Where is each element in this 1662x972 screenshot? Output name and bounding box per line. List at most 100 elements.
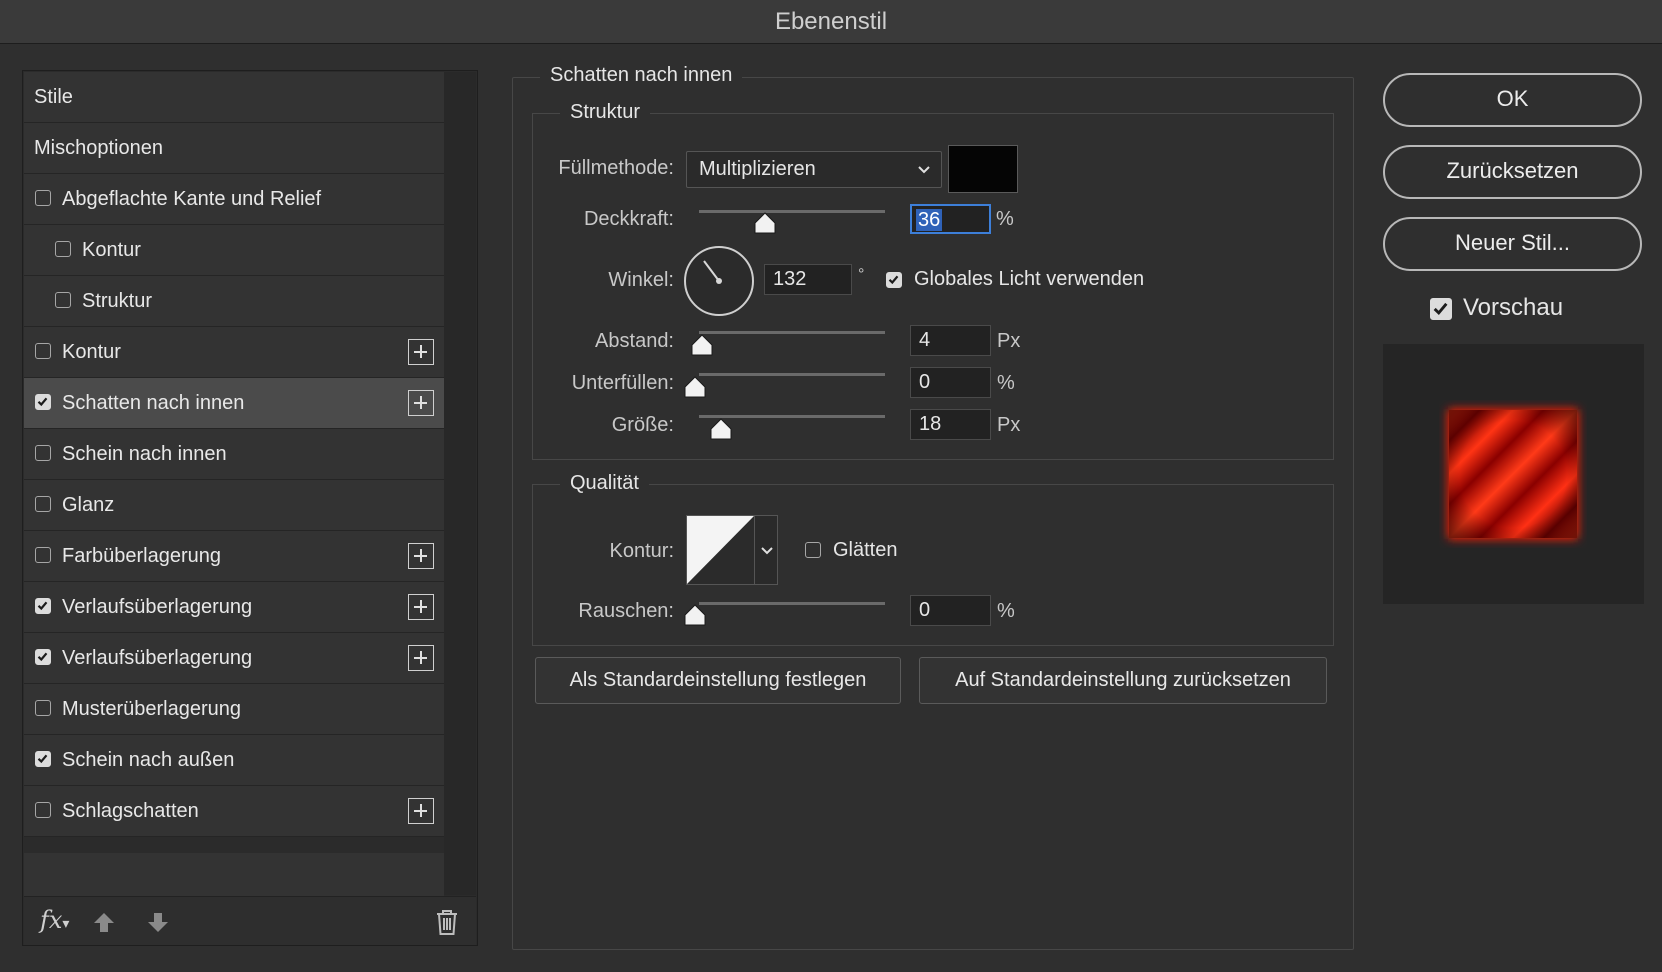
style-item-schein-nach-innen[interactable]: Schein nach innen xyxy=(24,429,444,480)
distance-label: Abstand: xyxy=(595,330,674,352)
opacity-label: Deckkraft: xyxy=(583,208,674,230)
opacity-slider-thumb[interactable] xyxy=(753,212,777,239)
noise-unit: % xyxy=(997,600,1015,622)
style-item-verlaufsueberlagerung[interactable]: Verlaufsüberlagerung xyxy=(24,582,444,633)
style-item-checkbox[interactable] xyxy=(35,802,51,818)
style-item-schatten-nach-innen[interactable]: Schatten nach innen xyxy=(24,378,444,429)
style-item-struktur[interactable]: Struktur xyxy=(24,276,444,327)
noise-input[interactable]: 0 xyxy=(910,595,991,626)
style-item-schein-nach-aussen[interactable]: Schein nach außen xyxy=(24,735,444,786)
style-item-farbueberlagerung[interactable]: Farbüberlagerung xyxy=(24,531,444,582)
style-item-checkbox[interactable] xyxy=(55,241,71,257)
noise-label: Rauschen: xyxy=(578,600,674,622)
styles-scrollbar[interactable] xyxy=(444,72,476,895)
size-label: Größe: xyxy=(611,414,674,436)
add-style-plus-icon[interactable] xyxy=(408,645,434,671)
style-item-label: Abgeflachte Kante und Relief xyxy=(62,188,322,210)
style-item-glanz[interactable]: Glanz xyxy=(24,480,444,531)
style-item-kontur[interactable]: Kontur xyxy=(24,225,444,276)
angle-input[interactable]: 132 xyxy=(764,264,852,295)
arrow-up-icon[interactable] xyxy=(92,910,116,939)
quality-group-title: Qualität xyxy=(560,472,649,495)
new-style-button[interactable]: Neuer Stil... xyxy=(1383,217,1642,271)
choke-input[interactable]: 0 xyxy=(910,367,991,398)
style-item-mischoptionen[interactable]: Mischoptionen xyxy=(24,123,444,174)
size-slider-thumb[interactable] xyxy=(709,418,733,445)
structure-group-title: Struktur xyxy=(560,101,651,124)
style-item-label: Schein nach innen xyxy=(62,443,227,465)
style-preview-swatch xyxy=(1448,409,1578,539)
choke-unit: % xyxy=(997,372,1015,394)
style-item-stile[interactable]: Stile xyxy=(24,72,444,123)
ok-button[interactable]: OK xyxy=(1383,73,1642,127)
contour-label: Kontur: xyxy=(609,540,674,562)
add-style-plus-icon[interactable] xyxy=(408,390,434,416)
angle-label: Winkel: xyxy=(608,269,674,291)
choke-slider-thumb[interactable] xyxy=(683,376,707,403)
style-item-checkbox[interactable] xyxy=(35,445,51,461)
distance-input[interactable]: 4 xyxy=(910,325,991,356)
style-item-abgeflachte-kante-und-relief[interactable]: Abgeflachte Kante und Relief xyxy=(24,174,444,225)
add-style-plus-icon[interactable] xyxy=(408,339,434,365)
distance-slider-track[interactable] xyxy=(699,331,885,334)
style-item-musterueberlagerung[interactable]: Musterüberlagerung xyxy=(24,684,444,735)
style-item-checkbox[interactable] xyxy=(55,292,71,308)
add-style-plus-icon[interactable] xyxy=(408,798,434,824)
angle-dial[interactable] xyxy=(683,245,755,322)
global-light-checkbox[interactable] xyxy=(886,272,902,288)
shadow-color-swatch[interactable] xyxy=(948,145,1018,193)
noise-slider-track[interactable] xyxy=(699,602,885,605)
style-item-label: Verlaufsüberlagerung xyxy=(62,596,253,618)
style-item-checkbox[interactable] xyxy=(35,547,51,563)
style-item-label: Stile xyxy=(34,86,73,108)
global-light-label: Globales Licht verwenden xyxy=(914,268,1145,290)
style-item-kontur[interactable]: Kontur xyxy=(24,327,444,378)
style-item-checkbox[interactable] xyxy=(35,649,51,665)
style-item-label: Mischoptionen xyxy=(34,137,163,159)
style-item-label: Kontur xyxy=(62,341,121,363)
blend-mode-value: Multiplizieren xyxy=(699,158,816,180)
style-item-checkbox[interactable] xyxy=(35,598,51,614)
style-item-schlagschatten[interactable]: Schlagschatten xyxy=(24,786,444,837)
size-input[interactable]: 18 xyxy=(910,409,991,440)
style-item-checkbox[interactable] xyxy=(35,496,51,512)
style-preview-box xyxy=(1383,344,1644,604)
fx-icon[interactable]: fx▾ xyxy=(40,906,69,934)
distance-unit: Px xyxy=(997,330,1021,352)
style-item-label: Struktur xyxy=(82,290,153,312)
style-item-checkbox[interactable] xyxy=(35,394,51,410)
style-item-checkbox[interactable] xyxy=(35,700,51,716)
style-item-checkbox[interactable] xyxy=(35,190,51,206)
add-style-plus-icon[interactable] xyxy=(408,543,434,569)
make-default-button[interactable]: Als Standardeinstellung festlegen xyxy=(535,657,901,704)
style-item-label: Glanz xyxy=(62,494,115,516)
fx-label: fx xyxy=(40,906,63,934)
choke-slider-track[interactable] xyxy=(699,373,885,376)
distance-slider-thumb[interactable] xyxy=(690,334,714,361)
style-item-label: Verlaufsüberlagerung xyxy=(62,647,253,669)
opacity-slider-track[interactable] xyxy=(699,210,885,213)
angle-unit: ° xyxy=(858,266,865,283)
style-item-label: Kontur xyxy=(82,239,141,261)
contour-picker[interactable] xyxy=(686,515,778,585)
add-style-plus-icon[interactable] xyxy=(408,594,434,620)
trash-icon[interactable] xyxy=(434,908,460,941)
size-unit: Px xyxy=(997,414,1021,436)
style-item-label: Schein nach außen xyxy=(62,749,235,771)
reset-button[interactable]: Zurücksetzen xyxy=(1383,145,1642,199)
opacity-value: 36 xyxy=(916,209,943,231)
arrow-down-icon[interactable] xyxy=(146,910,170,939)
preview-checkbox[interactable] xyxy=(1430,298,1452,320)
opacity-unit: % xyxy=(996,208,1014,230)
style-item-verlaufsueberlagerung[interactable]: Verlaufsüberlagerung xyxy=(24,633,444,684)
blend-mode-dropdown[interactable]: Multiplizieren xyxy=(686,151,942,188)
opacity-input[interactable]: 36 xyxy=(910,204,991,234)
reset-to-default-button[interactable]: Auf Standardeinstellung zurücksetzen xyxy=(919,657,1327,704)
noise-slider-thumb[interactable] xyxy=(683,604,707,631)
style-item-label: Schatten nach innen xyxy=(62,392,245,414)
style-item-checkbox[interactable] xyxy=(35,343,51,359)
style-item-checkbox[interactable] xyxy=(35,751,51,767)
antialias-checkbox[interactable] xyxy=(805,542,821,558)
panel-title: Schatten nach innen xyxy=(540,64,743,87)
styles-list-empty-area xyxy=(24,853,444,896)
